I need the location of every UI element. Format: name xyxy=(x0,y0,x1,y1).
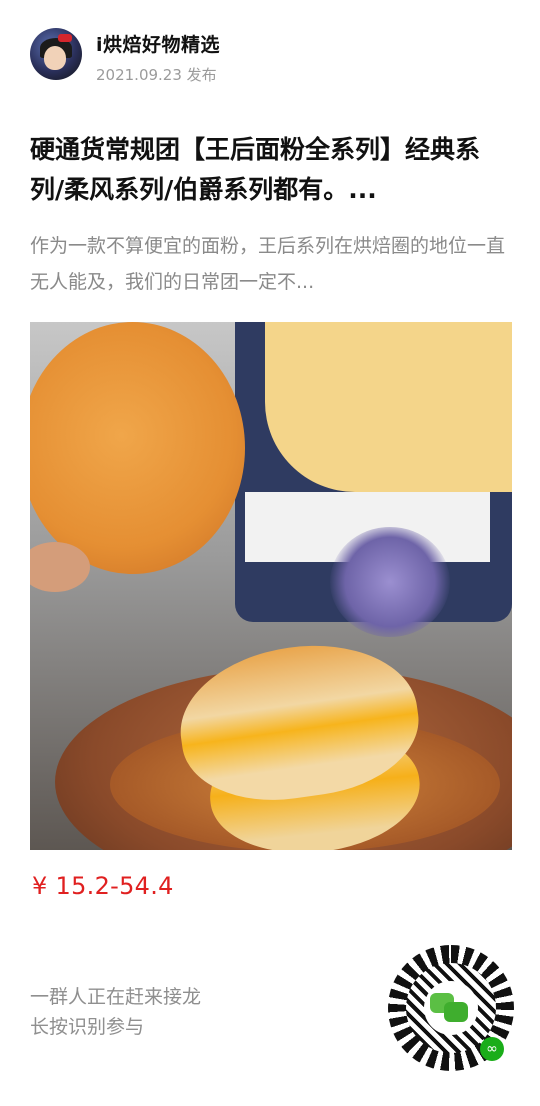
article-title[interactable]: 硬通货常规团【王后面粉全系列】经典系列/柔风系列/伯爵系列都有。... xyxy=(30,130,512,210)
author-name[interactable]: i烘焙好物精选 xyxy=(96,30,220,57)
hand xyxy=(30,542,90,592)
avatar-face xyxy=(44,46,66,70)
article-description: 作为一款不算便宜的面粉，王后系列在烘焙圈的地位一直无人能及，我们的日常团一定不.… xyxy=(30,235,506,293)
join-status-text: 一群人正在赶来接龙 xyxy=(30,986,202,1008)
publish-date: 2021.09.23 发布 xyxy=(96,66,217,84)
mini-program-icon: ∞ xyxy=(480,1037,504,1061)
wechat-logo-icon xyxy=(430,993,470,1023)
product-photo[interactable] xyxy=(30,322,512,850)
avatar-bow xyxy=(58,34,72,42)
price-range: ¥ 15.2-54.4 xyxy=(32,872,174,900)
long-press-hint: 长按识别参与 xyxy=(30,1016,145,1038)
mini-program-qr-code[interactable]: ∞ xyxy=(388,945,514,1071)
pastry-whole xyxy=(30,322,245,574)
post-header: i烘焙好物精选 2021.09.23 发布 xyxy=(30,28,510,84)
lavender-decoration xyxy=(330,527,450,637)
bag-label xyxy=(265,322,512,492)
author-avatar[interactable] xyxy=(30,28,82,80)
